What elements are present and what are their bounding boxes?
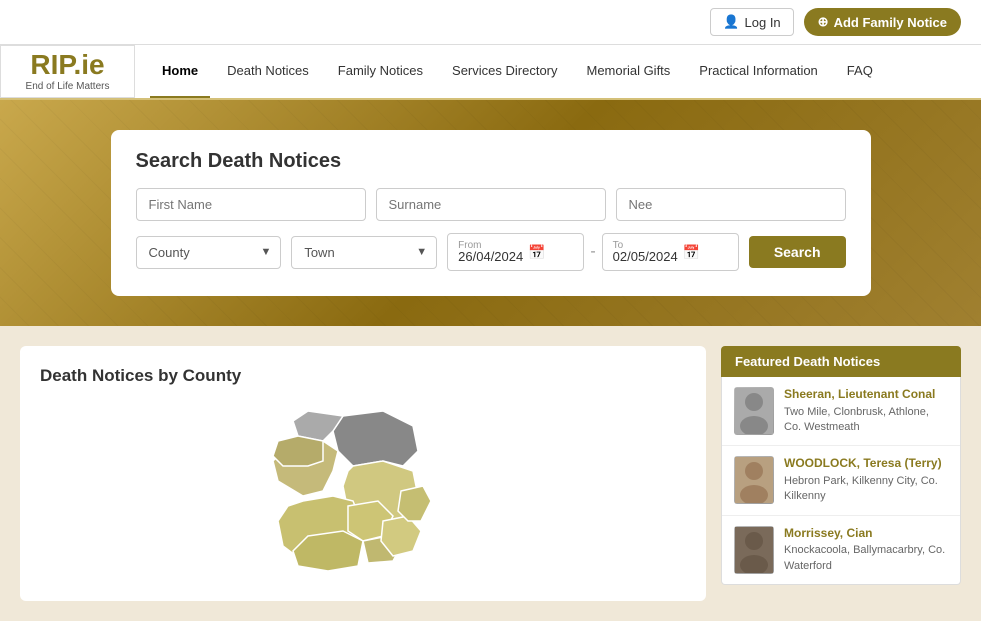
from-date-field[interactable]: From 26/04/2024 📅 [447, 233, 584, 271]
search-box: Search Death Notices County ▼ Town ▼ [111, 130, 871, 296]
featured-name-2: Morrissey, Cian [784, 526, 948, 542]
nav-item-faq[interactable]: FAQ [835, 45, 885, 98]
nee-input[interactable] [616, 188, 846, 221]
county-select[interactable]: County [136, 236, 282, 269]
search-name-row [136, 188, 846, 221]
search-filter-row: County ▼ Town ▼ From 26/04/2024 📅 - [136, 233, 846, 271]
bottom-section: Death Notices by County [0, 326, 981, 621]
date-range-group: From 26/04/2024 📅 - To 02/05/2024 📅 [447, 233, 739, 271]
featured-location-0: Two Mile, Clonbrusk, Athlone, Co. Westme… [784, 405, 948, 436]
calendar-from-icon[interactable]: 📅 [528, 244, 545, 261]
nav-item-services-directory[interactable]: Services Directory [440, 45, 569, 98]
logo-text: RIP.ie [30, 51, 104, 79]
town-select[interactable]: Town [291, 236, 437, 269]
featured-name-0: Sheeran, Lieutenant Conal [784, 387, 948, 403]
ireland-map-svg [253, 401, 473, 581]
featured-header: Featured Death Notices [721, 346, 961, 377]
search-title: Search Death Notices [136, 150, 846, 173]
featured-info-0: Sheeran, Lieutenant Conal Two Mile, Clon… [784, 387, 948, 435]
header-actions: 👤 Log In ⊕ Add Family Notice [710, 8, 961, 36]
nav-item-memorial-gifts[interactable]: Memorial Gifts [575, 45, 683, 98]
surname-input[interactable] [376, 188, 606, 221]
town-select-wrapper: Town ▼ [291, 236, 437, 269]
avatar-1 [734, 456, 774, 504]
avatar-placeholder-1 [734, 456, 774, 504]
avatar-0 [734, 387, 774, 435]
add-notice-button[interactable]: ⊕ Add Family Notice [804, 8, 961, 36]
user-icon: 👤 [723, 14, 739, 30]
featured-name-1: WOODLOCK, Teresa (Terry) [784, 456, 948, 472]
featured-item-0[interactable]: Sheeran, Lieutenant Conal Two Mile, Clon… [722, 377, 960, 446]
avatar-placeholder-0 [734, 387, 774, 435]
nav-item-practical-info[interactable]: Practical Information [687, 45, 830, 98]
logo: RIP.ie End of Life Matters [0, 45, 135, 98]
county-map-title: Death Notices by County [40, 366, 686, 386]
logo-nav-bar: RIP.ie End of Life Matters Home Death No… [0, 45, 981, 100]
date-range-separator: - [590, 243, 595, 261]
featured-item-1[interactable]: WOODLOCK, Teresa (Terry) Hebron Park, Ki… [722, 446, 960, 515]
ireland-map [40, 401, 686, 581]
nav-item-family-notices[interactable]: Family Notices [326, 45, 435, 98]
to-date-value: 02/05/2024 [613, 249, 678, 264]
calendar-to-icon[interactable]: 📅 [683, 244, 700, 261]
county-select-wrapper: County ▼ [136, 236, 282, 269]
to-date-field[interactable]: To 02/05/2024 📅 [602, 233, 739, 271]
featured-location-1: Hebron Park, Kilkenny City, Co. Kilkenny [784, 474, 948, 505]
search-button[interactable]: Search [749, 236, 846, 268]
hero-section: Search Death Notices County ▼ Town ▼ [0, 100, 981, 326]
featured-panel: Featured Death Notices Sheeran, Lieutena… [721, 346, 961, 601]
top-bar: 👤 Log In ⊕ Add Family Notice [0, 0, 981, 45]
featured-list: Sheeran, Lieutenant Conal Two Mile, Clon… [721, 377, 961, 585]
logo-subtext: End of Life Matters [26, 81, 110, 92]
login-button[interactable]: 👤 Log In [710, 8, 793, 36]
main-nav: Home Death Notices Family Notices Servic… [135, 45, 900, 98]
first-name-input[interactable] [136, 188, 366, 221]
nav-item-home[interactable]: Home [150, 45, 210, 98]
featured-info-1: WOODLOCK, Teresa (Terry) Hebron Park, Ki… [784, 456, 948, 504]
from-date-value: 26/04/2024 [458, 249, 523, 264]
plus-circle-icon: ⊕ [818, 14, 829, 30]
county-map-box: Death Notices by County [20, 346, 706, 601]
featured-location-2: Knockacoola, Ballymacarbry, Co. Waterfor… [784, 543, 948, 574]
nav-item-death-notices[interactable]: Death Notices [215, 45, 321, 98]
